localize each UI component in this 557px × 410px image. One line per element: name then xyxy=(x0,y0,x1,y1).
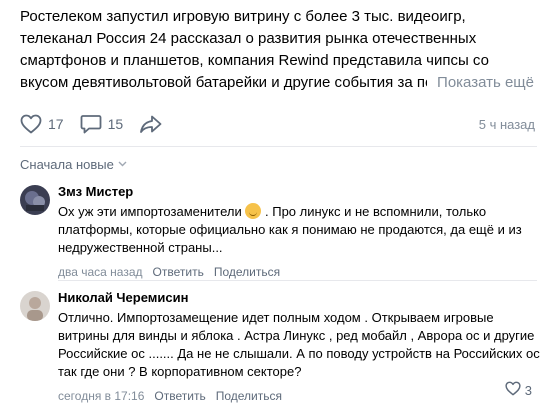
heart-icon xyxy=(20,114,42,134)
comment-item: Змз Мистер Ох уж эти импортозаменители .… xyxy=(20,183,540,281)
comment-text: Отлично. Импортозамещение идет полным хо… xyxy=(58,310,540,379)
show-more-wrap: Показать ещё xyxy=(427,72,534,94)
like-button[interactable]: 17 xyxy=(20,114,64,134)
smiling-face-icon xyxy=(245,203,262,219)
post-time: 5 ч назад xyxy=(478,116,535,132)
comment-author[interactable]: Змз Мистер xyxy=(58,183,540,201)
post-text-block: Ростелеком запустил игровую витрину с бо… xyxy=(20,6,540,94)
sort-label: Сначала новые xyxy=(20,157,114,172)
show-more-link[interactable]: Показать ещё xyxy=(437,74,534,91)
comment-button[interactable]: 15 xyxy=(80,114,124,134)
like-count: 17 xyxy=(48,116,64,132)
divider xyxy=(20,146,537,147)
share-arrow-icon xyxy=(139,114,163,134)
comment-like-button[interactable]: 3 xyxy=(505,381,532,399)
share-button[interactable] xyxy=(139,114,163,134)
comment-count: 15 xyxy=(107,116,124,132)
chevron-down-icon xyxy=(118,159,127,170)
comment-author[interactable]: Николай Черемисин xyxy=(58,289,540,307)
comment-time[interactable]: два часа назад xyxy=(58,265,143,279)
post-actions-bar: 17 15 5 ч назад xyxy=(20,112,535,136)
avatar[interactable] xyxy=(20,291,50,321)
comment-text-part: Ох уж эти импортозаменители xyxy=(58,204,246,219)
comment-meta: сегодня в 17:16 Ответить Поделиться xyxy=(58,387,540,405)
comment-text: Ох уж эти импортозаменители . Про линукс… xyxy=(58,203,540,257)
avatar[interactable] xyxy=(20,185,50,215)
comment-like-count: 3 xyxy=(524,382,532,398)
heart-icon xyxy=(505,381,521,399)
comment-bubble-icon xyxy=(80,114,102,134)
reply-button[interactable]: Ответить xyxy=(153,265,204,279)
post-text: Ростелеком запустил игровую витрину с бо… xyxy=(20,8,498,91)
sort-dropdown[interactable]: Сначала новые xyxy=(20,157,127,172)
comment-meta: два часа назад Ответить Поделиться xyxy=(58,263,540,281)
share-comment-button[interactable]: Поделиться xyxy=(214,265,280,279)
reply-button[interactable]: Ответить xyxy=(154,389,205,403)
share-comment-button[interactable]: Поделиться xyxy=(216,389,282,403)
comment-time[interactable]: сегодня в 17:16 xyxy=(58,389,144,403)
comment-item: Николай Черемисин Отлично. Импортозамеще… xyxy=(20,289,540,405)
comment-divider xyxy=(58,280,537,281)
